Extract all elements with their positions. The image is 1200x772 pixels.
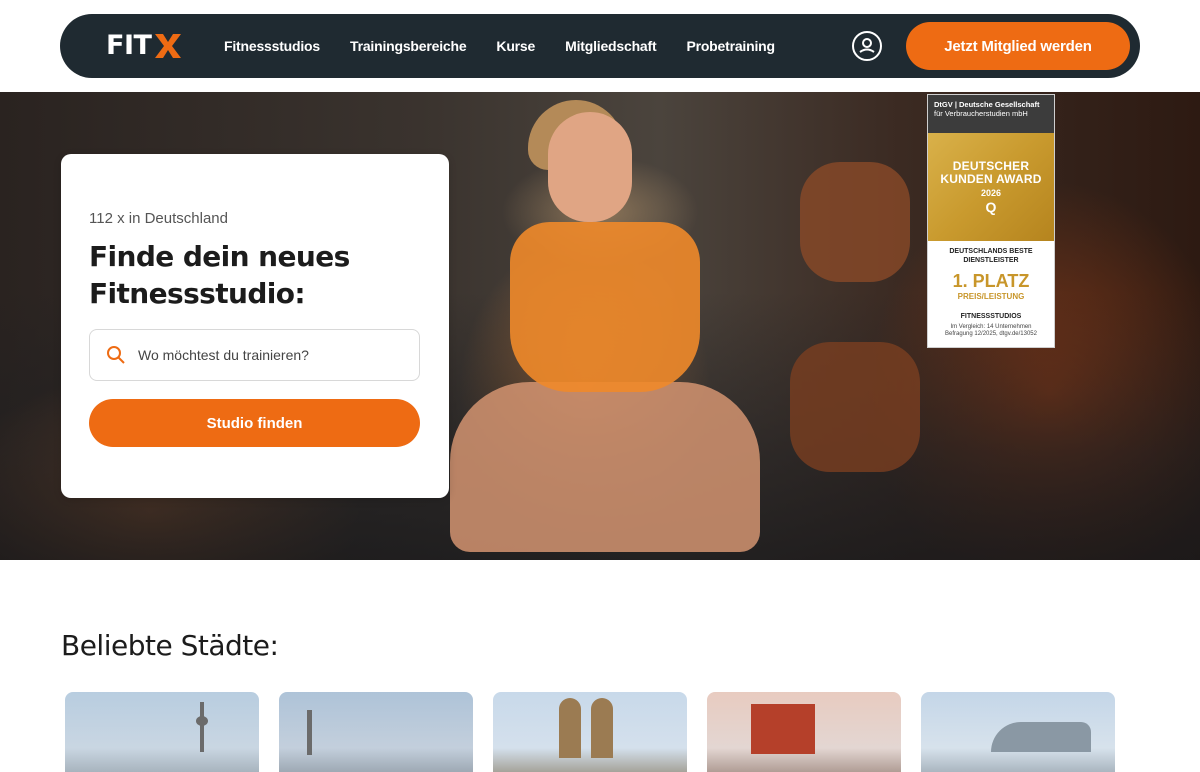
menu-item-fitnessstudios[interactable]: Fitnessstudios bbox=[224, 38, 320, 54]
award-seal: DEUTSCHER KUNDEN AWARD 2026 Q bbox=[928, 133, 1054, 241]
studio-search-card: 112 x in Deutschland Finde dein neues Fi… bbox=[61, 154, 449, 498]
menu-item-probetraining[interactable]: Probetraining bbox=[686, 38, 775, 54]
city-card-essen[interactable] bbox=[707, 692, 901, 772]
award-fine-print: Im Vergleich: 14 Unternehmen Befragung 1… bbox=[928, 324, 1054, 338]
hero-person-shirt bbox=[510, 222, 700, 392]
award-issuer-line1: DtGV | Deutsche Gesellschaft bbox=[934, 100, 1040, 109]
dumbbell-decor bbox=[790, 342, 920, 472]
hero-person-legs bbox=[450, 382, 760, 552]
award-details: DEUTSCHLANDS BESTE DIENSTLEISTER 1. PLAT… bbox=[928, 241, 1054, 338]
location-search-input[interactable]: Wo möchtest du trainieren? bbox=[89, 329, 420, 381]
menu-item-kurse[interactable]: Kurse bbox=[496, 38, 535, 54]
city-card-hamburg[interactable] bbox=[921, 692, 1115, 772]
award-place-sub: PREIS/LEISTUNG bbox=[957, 292, 1025, 301]
city-card-duesseldorf[interactable] bbox=[279, 692, 473, 772]
award-issuer-line2: für Verbraucherstudien mbH bbox=[934, 109, 1028, 118]
popular-cities-heading: Beliebte Städte: bbox=[61, 629, 279, 662]
tv-tower-sphere bbox=[196, 716, 208, 726]
studio-count-text: 112 x in Deutschland bbox=[89, 210, 228, 227]
award-fine-2: Befragung 12/2025, dtgv.de/13052 bbox=[945, 331, 1037, 337]
award-category: FITNESSSTUDIOS bbox=[960, 313, 1022, 320]
menu-item-mitgliedschaft[interactable]: Mitgliedschaft bbox=[565, 38, 657, 54]
rhine-tower-image bbox=[307, 710, 312, 755]
logo-x-icon bbox=[155, 34, 182, 58]
award-issuer: DtGV | Deutsche Gesellschaft für Verbrau… bbox=[928, 95, 1054, 133]
tv-tower-image bbox=[200, 702, 204, 752]
main-navigation: FIT Fitnessstudios Trainingsbereiche Kur… bbox=[60, 14, 1140, 78]
customer-award-badge[interactable]: DtGV | Deutsche Gesellschaft für Verbrau… bbox=[927, 94, 1055, 348]
join-now-button[interactable]: Jetzt Mitglied werden bbox=[906, 22, 1130, 70]
award-place: 1. PLATZ bbox=[952, 271, 1030, 291]
city-card-muenchen[interactable] bbox=[493, 692, 687, 772]
frauenkirche-tower-image bbox=[591, 698, 613, 758]
award-q-mark: Q bbox=[985, 198, 997, 215]
elbphilharmonie-image bbox=[991, 722, 1091, 752]
hero-person-head bbox=[548, 112, 632, 222]
frauenkirche-tower-image bbox=[559, 698, 581, 758]
account-icon[interactable] bbox=[852, 31, 882, 61]
menu-item-trainingsbereiche[interactable]: Trainingsbereiche bbox=[350, 38, 467, 54]
popular-cities-list bbox=[65, 692, 1135, 772]
dumbbell-decor bbox=[800, 162, 910, 282]
award-year: 2026 bbox=[980, 187, 1002, 198]
find-studio-button[interactable]: Studio finden bbox=[89, 399, 420, 447]
search-icon bbox=[107, 346, 125, 364]
zollverein-image bbox=[751, 704, 815, 754]
award-title: DEUTSCHER KUNDEN AWARD bbox=[940, 158, 1042, 186]
award-fine-1: Im Vergleich: 14 Unternehmen bbox=[950, 324, 1032, 330]
fitx-logo[interactable]: FIT bbox=[106, 31, 183, 61]
search-placeholder: Wo möchtest du trainieren? bbox=[138, 347, 309, 363]
user-icon bbox=[859, 38, 875, 53]
logo-wordmark: FIT bbox=[106, 30, 152, 61]
search-card-title: Finde dein neues Fitnessstudio: bbox=[89, 240, 350, 310]
city-card-berlin[interactable] bbox=[65, 692, 259, 772]
award-subtitle: DEUTSCHLANDS BESTE DIENSTLEISTER bbox=[949, 248, 1033, 264]
primary-menu: Fitnessstudios Trainingsbereiche Kurse M… bbox=[224, 14, 805, 78]
